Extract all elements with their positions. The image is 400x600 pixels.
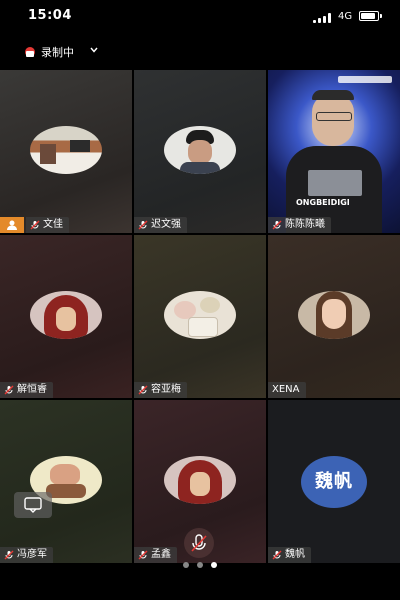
mic-muted-icon [191,534,207,552]
record-icon [25,47,35,57]
participant-tile[interactable]: 魏帆 魏帆 [268,400,400,563]
text-avatar: 魏帆 [301,456,367,508]
camera-feed: ONGBEIDIGI [268,70,400,233]
participant-tile[interactable]: 文佳 [0,70,132,233]
mic-muted-icon [4,550,14,560]
recording-label[interactable]: 录制中 [41,44,74,60]
participant-label: XENA [268,382,306,398]
mic-muted-icon [272,220,282,230]
participant-label: 冯彦军 [0,547,53,563]
participant-tile[interactable]: 容亚梅 [134,235,266,398]
participant-tile-video[interactable]: ONGBEIDIGI 陈陈陈曦 [268,70,400,233]
avatar [30,126,102,174]
participant-name: 魏帆 [285,549,305,560]
chat-button[interactable] [14,492,52,518]
participant-name: 迟文强 [151,219,181,230]
participant-name: XENA [272,384,300,395]
page-dot[interactable] [197,562,203,568]
avatar [164,456,236,504]
participant-name: 孟鑫 [151,549,171,560]
mic-toggle-button[interactable] [184,528,214,558]
participant-name: 容亚梅 [151,384,181,395]
avatar [30,291,102,339]
mic-muted-icon [138,220,148,230]
battery-icon [359,11,382,21]
participant-tile[interactable]: 迟文强 [134,70,266,233]
mic-muted-icon [138,385,148,395]
participant-tile[interactable]: 冯彦军 [0,400,132,563]
participant-label: 迟文强 [134,217,187,233]
mic-muted-icon [272,550,282,560]
avatar [164,126,236,174]
mic-muted-icon [138,550,148,560]
chevron-down-icon[interactable] [90,46,98,54]
participant-label: 陈陈陈曦 [268,217,331,233]
participant-name: 冯彦军 [17,549,47,560]
avatar [164,291,236,339]
network-type: 4G [338,11,353,22]
avatar [298,291,370,339]
participant-tile[interactable]: XENA [268,235,400,398]
mic-muted-icon [30,220,40,230]
chat-icon [24,497,42,513]
status-time: 15:04 [28,8,72,23]
mic-muted-icon [4,385,14,395]
participant-tile[interactable]: 解恒睿 [0,235,132,398]
participant-name: 解恒睿 [17,384,47,395]
camera-banner-text: ONGBEIDIGI [296,198,350,207]
signal-icon [313,13,333,23]
page-indicator[interactable] [0,562,400,574]
participant-name: 陈陈陈曦 [285,219,325,230]
host-badge [0,217,24,233]
participant-name: 文佳 [43,219,63,230]
user-icon [7,220,17,230]
participant-label: 解恒睿 [0,382,53,398]
page-dot-active[interactable] [211,562,217,568]
status-bar: 15:04 4G [0,0,400,34]
participant-label: 文佳 [26,217,69,233]
participant-label: 容亚梅 [134,382,187,398]
participant-label: 孟鑫 [134,547,177,563]
page-dot[interactable] [183,562,189,568]
participant-label: 魏帆 [268,547,311,563]
participant-grid: 文佳 迟文强 ONGBEIDIGI 陈陈陈曦 解恒睿 容亚梅 XENA 冯彦军 … [0,70,400,563]
